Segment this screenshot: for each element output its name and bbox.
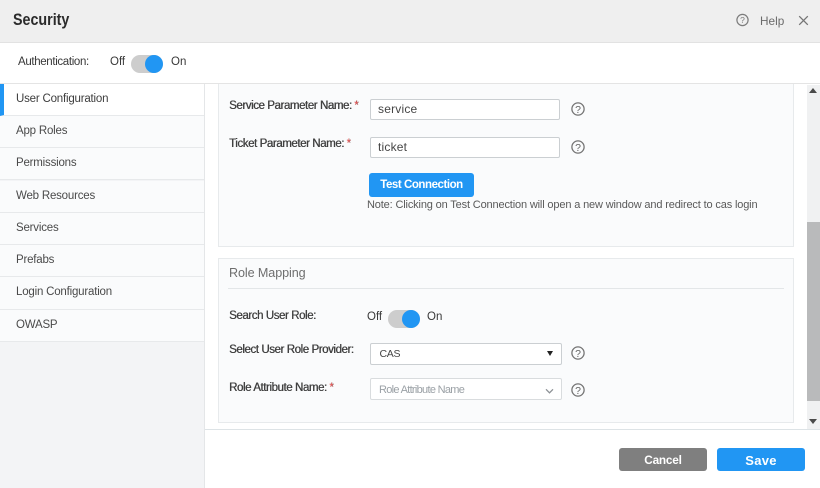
svg-text:?: ? xyxy=(575,385,581,397)
svg-text:?: ? xyxy=(575,104,581,116)
svg-text:?: ? xyxy=(575,348,581,360)
svg-text:?: ? xyxy=(740,15,745,25)
svg-text:?: ? xyxy=(575,142,581,154)
